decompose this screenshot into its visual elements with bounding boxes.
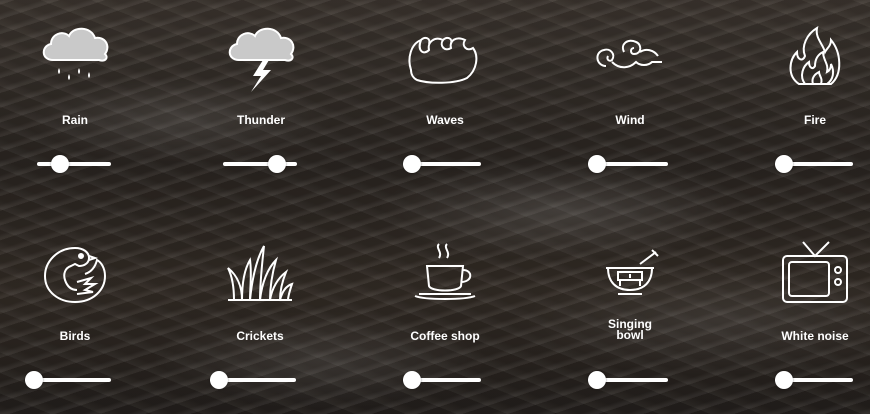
- singing-bowl-volume-slider[interactable]: [588, 371, 668, 389]
- wind-volume-slider[interactable]: [588, 155, 668, 173]
- slider-knob[interactable]: [51, 155, 69, 173]
- slider-knob[interactable]: [775, 155, 793, 173]
- coffee-shop-volume-slider[interactable]: [403, 371, 481, 389]
- rain-volume-slider[interactable]: [37, 155, 111, 173]
- slider-knob[interactable]: [267, 155, 286, 173]
- sound-tile-waves: Waves: [370, 0, 520, 190]
- coffee-cup-icon: [405, 238, 485, 308]
- sound-tile-coffee-shop: Coffee shop: [370, 216, 520, 406]
- sound-label: Crickets: [236, 329, 284, 343]
- slider-knob[interactable]: [588, 155, 606, 173]
- sound-tile-crickets: Crickets: [185, 216, 335, 406]
- sound-label: Coffee shop: [410, 329, 480, 343]
- slider-knob[interactable]: [403, 371, 421, 389]
- sound-tile-thunder: Thunder: [186, 0, 336, 190]
- grass-icon: [220, 238, 300, 308]
- thunder-cloud-icon: [221, 22, 301, 92]
- sound-tile-wind: Wind: [555, 0, 705, 190]
- slider-knob[interactable]: [588, 371, 606, 389]
- crickets-volume-slider[interactable]: [210, 371, 296, 389]
- slider-knob[interactable]: [210, 371, 228, 389]
- wind-icon: [590, 22, 670, 92]
- sound-mixer: Rain Thunder Waves Wind Fire Birds Crick…: [0, 0, 870, 414]
- bird-icon: [35, 238, 115, 308]
- sound-label: Singing bowl: [608, 317, 652, 342]
- sound-label: Thunder: [237, 113, 285, 127]
- singing-bowl-icon: [590, 238, 670, 308]
- sound-label: Fire: [803, 113, 826, 127]
- sound-label: Waves: [426, 113, 464, 127]
- sound-tile-fire: Fire: [740, 0, 870, 190]
- tv-icon: [775, 238, 855, 308]
- sound-tile-rain: Rain: [0, 0, 150, 190]
- waves-volume-slider[interactable]: [403, 155, 481, 173]
- fire-icon: [775, 22, 855, 92]
- birds-volume-slider[interactable]: [25, 371, 111, 389]
- slider-knob[interactable]: [775, 371, 793, 389]
- slider-knob[interactable]: [403, 155, 421, 173]
- white-noise-volume-slider[interactable]: [775, 371, 853, 389]
- sound-tile-singing-bowl: Singing bowl: [555, 216, 705, 406]
- sound-label: White noise: [781, 329, 849, 343]
- sound-tile-birds: Birds: [0, 216, 150, 406]
- slider-knob[interactable]: [25, 371, 43, 389]
- thunder-volume-slider[interactable]: [223, 155, 297, 173]
- slider-track: [223, 162, 297, 166]
- sound-label: Birds: [59, 329, 91, 343]
- sound-label: Rain: [61, 113, 88, 127]
- sound-tile-white-noise: White noise: [740, 216, 870, 406]
- fire-volume-slider[interactable]: [775, 155, 853, 173]
- waves-icon: [405, 22, 485, 92]
- rain-cloud-icon: [35, 22, 115, 92]
- slider-track: [37, 162, 111, 166]
- sound-label: Wind: [615, 113, 645, 127]
